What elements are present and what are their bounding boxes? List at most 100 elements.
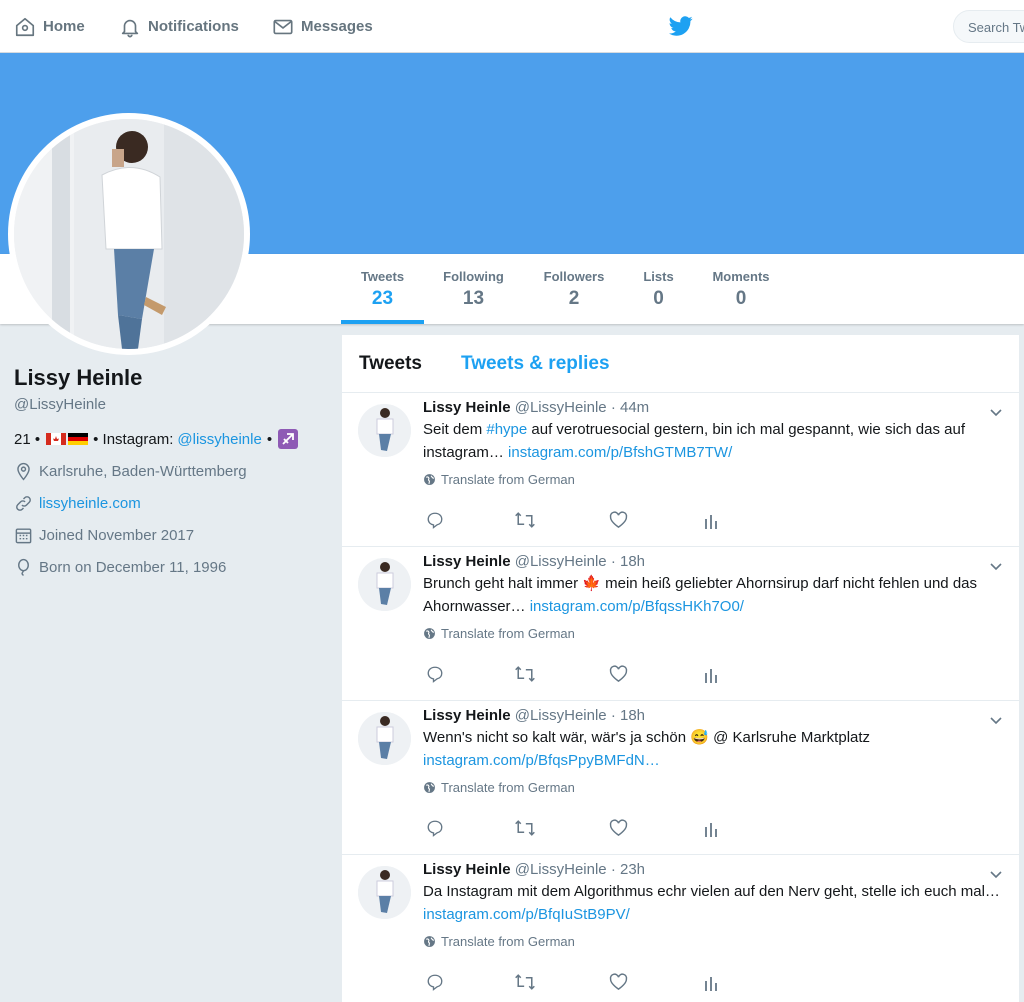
retweet-icon xyxy=(515,974,535,990)
tweet-actions xyxy=(426,511,726,531)
stat-value: 0 xyxy=(653,288,664,309)
balloon-icon xyxy=(18,558,29,576)
tab-tweets[interactable]: Tweets xyxy=(359,353,422,375)
tweet-author-name[interactable]: Lissy Heinle xyxy=(423,399,511,416)
tweet-avatar[interactable] xyxy=(358,404,411,457)
tweet-timestamp[interactable]: · 23h xyxy=(611,861,645,878)
tweet-hashtag[interactable]: #hype xyxy=(486,421,527,438)
retweet-button[interactable] xyxy=(514,511,536,534)
chevron-down-icon[interactable] xyxy=(989,559,1003,573)
tweet-text-part: Da Instagram mit dem Algorithmus echr vi… xyxy=(423,883,1000,900)
translate-label: Translate from German xyxy=(441,780,575,795)
translate-tweet[interactable]: Translate from German xyxy=(423,780,1008,795)
tweet-avatar[interactable] xyxy=(358,712,411,765)
like-button[interactable] xyxy=(609,819,628,842)
bar-chart-icon xyxy=(705,515,717,529)
reply-button[interactable] xyxy=(426,973,444,996)
tab-tweets-replies[interactable]: Tweets & replies xyxy=(461,353,610,375)
reply-button[interactable] xyxy=(426,819,444,842)
stat-tweets[interactable]: Tweets 23 xyxy=(341,254,424,324)
analytics-button[interactable] xyxy=(703,511,719,534)
like-button[interactable] xyxy=(609,665,628,688)
website-link[interactable]: lissyheinle.com xyxy=(39,495,141,512)
tweet-author-name[interactable]: Lissy Heinle xyxy=(423,861,511,878)
stat-following[interactable]: Following 13 xyxy=(432,254,515,324)
nav-home-label: Home xyxy=(43,18,85,35)
tweet-link[interactable]: instagram.com/p/BfqsPpyBMFdN… xyxy=(423,752,660,769)
like-button[interactable] xyxy=(609,973,628,996)
analytics-button[interactable] xyxy=(703,973,719,996)
retweet-icon xyxy=(515,512,535,528)
tweet-author-name[interactable]: Lissy Heinle xyxy=(423,553,511,570)
retweet-button[interactable] xyxy=(514,819,536,842)
profile-website: lissyheinle.com xyxy=(14,487,334,519)
sagittarius-icon xyxy=(278,429,299,449)
nav-home[interactable]: Home xyxy=(14,0,85,53)
tweet-author-name[interactable]: Lissy Heinle xyxy=(423,707,511,724)
bar-chart-icon xyxy=(705,823,717,837)
translate-tweet[interactable]: Translate from German xyxy=(423,472,1008,487)
avatar-photo xyxy=(358,404,411,457)
location-text: Karlsruhe, Baden-Württemberg xyxy=(39,462,247,480)
chevron-down-icon[interactable] xyxy=(989,867,1003,881)
tweet-author-handle[interactable]: @LissyHeinle xyxy=(515,861,607,878)
stat-followers[interactable]: Followers 2 xyxy=(532,254,616,324)
tweet-text-part: Brunch geht halt immer xyxy=(423,575,583,592)
tweet-author-handle[interactable]: @LissyHeinle xyxy=(515,707,607,724)
translate-tweet[interactable]: Translate from German xyxy=(423,934,1008,949)
tweet-link[interactable]: instagram.com/p/BfqssHKh7O0/ xyxy=(530,598,744,615)
profile-location: Karlsruhe, Baden-Württemberg xyxy=(14,455,334,487)
nav-notifications[interactable]: Notifications xyxy=(119,0,239,53)
bio-instagram-link[interactable]: @lissyheinle xyxy=(177,431,261,448)
heart-icon xyxy=(609,973,628,991)
reply-button[interactable] xyxy=(426,511,444,534)
tweet-text: Brunch geht halt immer 🍁 mein heiß gelie… xyxy=(423,572,1008,618)
nav-messages-label: Messages xyxy=(301,18,373,35)
chevron-down-icon[interactable] xyxy=(989,405,1003,419)
stat-label: Moments xyxy=(712,269,770,284)
nav-messages[interactable]: Messages xyxy=(272,0,373,53)
stat-lists[interactable]: Lists 0 xyxy=(630,254,687,324)
tweet[interactable]: Lissy Heinle @LissyHeinle · 23h Da Insta… xyxy=(342,855,1019,1002)
tweet-avatar[interactable] xyxy=(358,866,411,919)
retweet-button[interactable] xyxy=(514,973,536,996)
bio-age: 21 • xyxy=(14,430,41,448)
tweet-timestamp[interactable]: · 18h xyxy=(611,553,645,570)
tweet[interactable]: Lissy Heinle @LissyHeinle · 18h Wenn's n… xyxy=(342,701,1019,855)
analytics-button[interactable] xyxy=(703,819,719,842)
tweet-link[interactable]: instagram.com/p/BfqIuStB9PV/ xyxy=(423,906,630,923)
tweet-actions xyxy=(426,973,726,993)
envelope-icon xyxy=(273,19,293,34)
tweet-text-part: @ Karlsruhe Marktplatz xyxy=(708,729,871,746)
tweet-link[interactable]: instagram.com/p/BfshGTMB7TW/ xyxy=(508,444,732,461)
tweet[interactable]: Lissy Heinle @LissyHeinle · 44m Seit dem… xyxy=(342,393,1019,547)
bar-chart-icon xyxy=(705,977,717,991)
tweet-text: Da Instagram mit dem Algorithmus echr vi… xyxy=(423,880,1008,926)
translate-tweet[interactable]: Translate from German xyxy=(423,626,1008,641)
top-nav-bar: Home Notifications Messages Search Twitt… xyxy=(0,0,1024,53)
stat-value: 0 xyxy=(735,288,747,309)
like-button[interactable] xyxy=(609,511,628,534)
profile-birthday: Born on December 11, 1996 xyxy=(14,551,334,583)
location-pin-icon xyxy=(17,462,30,480)
tweet-timestamp[interactable]: · 44m xyxy=(611,399,649,416)
sweat-smile-emoji: 😅 xyxy=(690,729,709,746)
stat-value: 2 xyxy=(568,288,580,309)
chevron-down-icon[interactable] xyxy=(989,713,1003,727)
profile-handle[interactable]: @LissyHeinle xyxy=(14,396,334,413)
analytics-button[interactable] xyxy=(703,665,719,688)
twitter-bird-icon[interactable] xyxy=(668,14,694,38)
retweet-button[interactable] xyxy=(514,665,536,688)
tweet[interactable]: Lissy Heinle @LissyHeinle · 18h Brunch g… xyxy=(342,547,1019,701)
stat-moments[interactable]: Moments 0 xyxy=(700,254,782,324)
bio-separator: • xyxy=(266,430,273,448)
tweet-text: Wenn's nicht so kalt wär, wär's ja schön… xyxy=(423,726,1008,772)
search-input[interactable]: Search Twitter xyxy=(953,10,1024,43)
tweet-timestamp[interactable]: · 18h xyxy=(611,707,645,724)
home-icon xyxy=(15,17,35,36)
tweet-avatar[interactable] xyxy=(358,558,411,611)
tweet-author-handle[interactable]: @LissyHeinle xyxy=(515,553,607,570)
reply-button[interactable] xyxy=(426,665,444,688)
profile-avatar[interactable] xyxy=(8,113,250,355)
tweet-author-handle[interactable]: @LissyHeinle xyxy=(515,399,607,416)
